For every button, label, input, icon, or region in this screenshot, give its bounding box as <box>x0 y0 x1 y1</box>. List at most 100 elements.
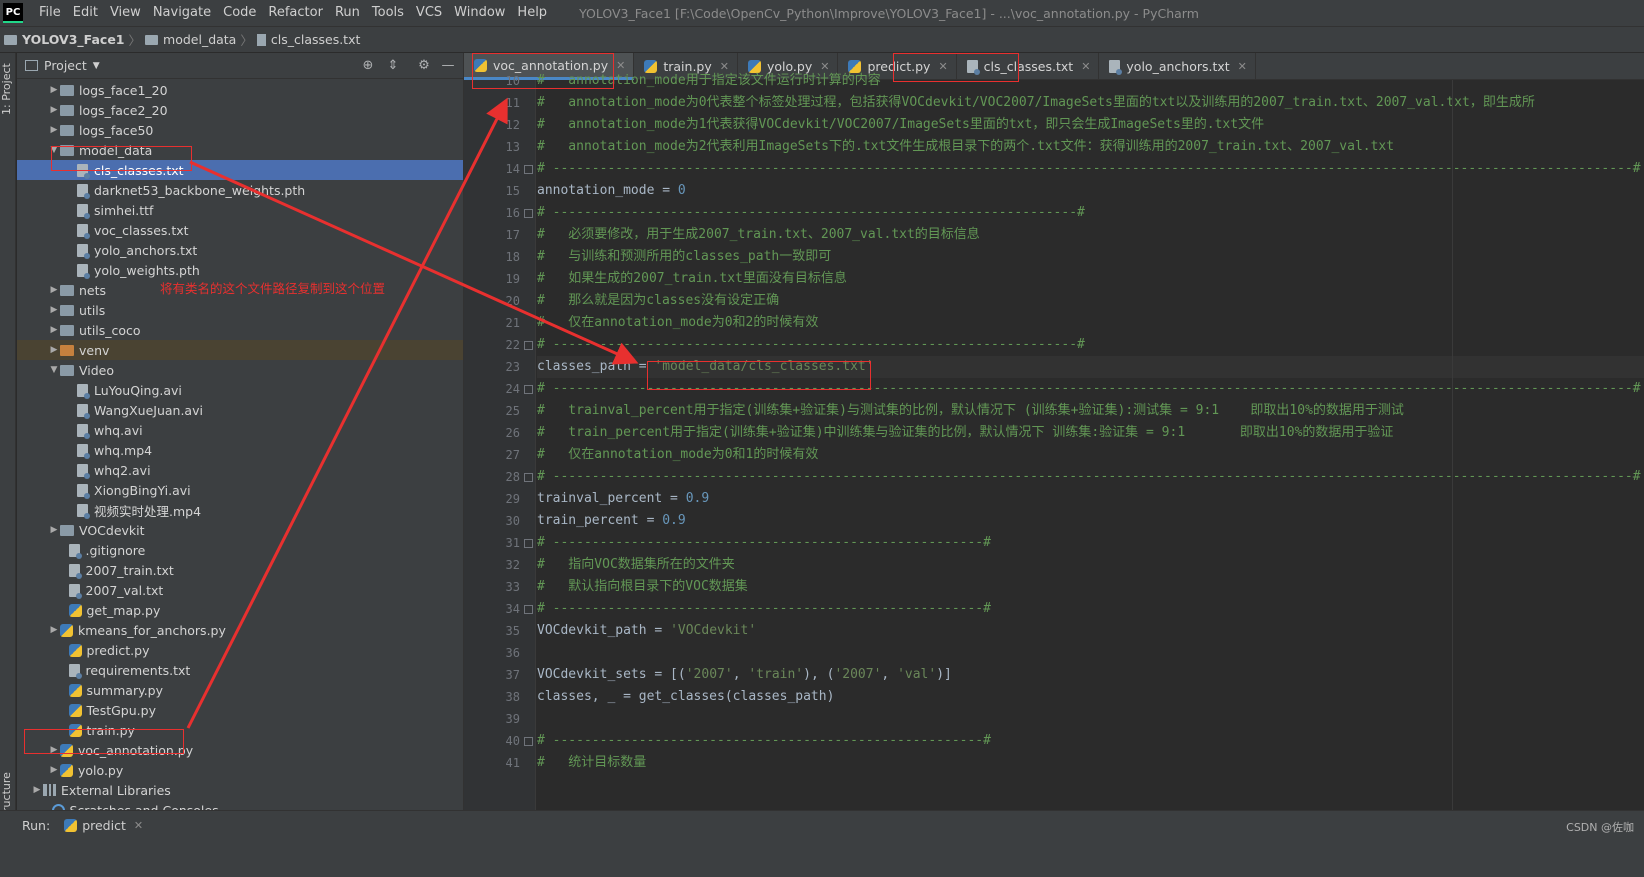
locate-icon[interactable]: ⊕ <box>359 57 377 75</box>
run-tab-predict[interactable]: predict ✕ <box>64 818 143 833</box>
tree-item[interactable]: ▶ logs_face1_20 <box>17 80 463 100</box>
fold-marker-icon[interactable] <box>524 165 533 174</box>
code-token: trainval_percent = <box>537 491 686 506</box>
collapsed-arrow-icon[interactable]: ▶ <box>48 285 60 295</box>
project-panel-header: Project ▼ ⊕ ⇕ ⚙ — <box>17 53 463 79</box>
collapsed-arrow-icon[interactable]: ▶ <box>48 325 60 335</box>
code-token: # annotation_mode为0代表整个标签处理过程，包括获得VOCdev… <box>537 95 1535 110</box>
collapse-all-icon[interactable]: ⇕ <box>384 57 402 75</box>
tree-item[interactable]: ▶ logs_face2_20 <box>17 100 463 120</box>
tool-tab-project[interactable]: 1: Project <box>0 59 16 119</box>
folder-icon <box>60 524 74 536</box>
tree-item[interactable]: summary.py <box>17 680 463 700</box>
tree-item[interactable]: ▶ yolo.py <box>17 760 463 780</box>
tree-item[interactable]: requirements.txt <box>17 660 463 680</box>
code-token: # 那么就是因为classes没有设定正确 <box>537 293 780 308</box>
tree-item[interactable]: whq.avi <box>17 420 463 440</box>
tree-item[interactable]: ▶ venv <box>17 340 463 360</box>
tree-item-label: .gitignore <box>85 542 146 558</box>
project-panel-title[interactable]: Project <box>44 58 87 73</box>
menu-item-code[interactable]: Code <box>217 0 262 26</box>
tree-item[interactable]: cls_classes.txt <box>17 160 463 180</box>
collapsed-arrow-icon[interactable]: ▶ <box>48 125 60 135</box>
collapsed-arrow-icon[interactable]: ▶ <box>48 105 60 115</box>
tree-item[interactable]: Scratches and Consoles <box>17 800 463 810</box>
breadcrumb-item-project[interactable]: YOLOV3_Face1 <box>4 32 125 47</box>
tree-item[interactable]: 视频实时处理.mp4 <box>17 500 463 520</box>
collapsed-arrow-icon[interactable]: ▶ <box>48 85 60 95</box>
tree-item[interactable]: ▼ model_data <box>17 140 463 160</box>
menu-item-help[interactable]: Help <box>511 0 553 26</box>
tree-item[interactable]: voc_classes.txt <box>17 220 463 240</box>
tree-item[interactable]: ▶ logs_face50 <box>17 120 463 140</box>
menu-item-file[interactable]: File <box>33 0 67 26</box>
excluded-folder-icon <box>60 344 74 356</box>
collapsed-arrow-icon[interactable]: ▶ <box>48 345 60 355</box>
code-token: # 必须要修改，用于生成2007_train.txt、2007_val.txt的… <box>537 227 980 242</box>
fold-marker-icon[interactable] <box>524 539 533 548</box>
tree-item[interactable]: simhei.ttf <box>17 200 463 220</box>
menu-item-tools[interactable]: Tools <box>366 0 410 26</box>
tree-item[interactable]: XiongBingYi.avi <box>17 480 463 500</box>
collapsed-arrow-icon[interactable]: ▶ <box>48 765 60 775</box>
tree-item[interactable]: ▶ kmeans_for_anchors.py <box>17 620 463 640</box>
breadcrumb-item-file[interactable]: cls_classes.txt <box>256 32 360 47</box>
fold-marker-icon[interactable] <box>524 385 533 394</box>
tree-item[interactable]: ▶ External Libraries <box>17 780 463 800</box>
python-file-icon <box>64 818 78 832</box>
collapsed-arrow-icon[interactable]: ▶ <box>48 745 60 755</box>
tree-item[interactable]: train.py <box>17 720 463 740</box>
menu-item-view[interactable]: View <box>104 0 147 26</box>
tree-item[interactable]: TestGpu.py <box>17 700 463 720</box>
fold-marker-icon[interactable] <box>524 737 533 746</box>
collapsed-arrow-icon[interactable]: ▶ <box>48 305 60 315</box>
menu-item-window[interactable]: Window <box>448 0 511 26</box>
tree-item[interactable]: whq2.avi <box>17 460 463 480</box>
collapsed-arrow-icon[interactable]: ▶ <box>31 785 43 795</box>
tree-item[interactable]: get_map.py <box>17 600 463 620</box>
expanded-arrow-icon[interactable]: ▼ <box>48 145 60 155</box>
close-icon[interactable]: ✕ <box>134 819 143 832</box>
fold-marker-icon[interactable] <box>524 209 533 218</box>
tree-item[interactable]: ▶ utils_coco <box>17 320 463 340</box>
right-margin-guide <box>1452 80 1453 810</box>
line-number: 16 <box>505 206 520 220</box>
collapsed-arrow-icon[interactable]: ▶ <box>48 625 60 635</box>
tree-item[interactable]: 2007_val.txt <box>17 580 463 600</box>
tree-item[interactable]: whq.mp4 <box>17 440 463 460</box>
line-number: 10 <box>505 74 520 88</box>
collapsed-arrow-icon[interactable]: ▶ <box>48 525 60 535</box>
code-area[interactable]: # annotation_mode用于指定该文件运行时计算的内容 # annota… <box>537 73 1644 810</box>
menu-item-edit[interactable]: Edit <box>67 0 104 26</box>
minimize-icon[interactable]: — <box>439 57 457 75</box>
tree-item[interactable]: ▶ voc_annotation.py <box>17 740 463 760</box>
tree-item-label: XiongBingYi.avi <box>94 482 191 498</box>
fold-marker-icon[interactable] <box>524 473 533 482</box>
menu-item-vcs[interactable]: VCS <box>410 0 448 26</box>
menu-item-run[interactable]: Run <box>329 0 366 26</box>
tree-item[interactable]: WangXueJuan.avi <box>17 400 463 420</box>
fold-marker-icon[interactable] <box>524 341 533 350</box>
tree-item[interactable]: darknet53_backbone_weights.pth <box>17 180 463 200</box>
breadcrumb-item-folder[interactable]: model_data <box>145 32 236 47</box>
tree-item[interactable]: ▶ VOCdevkit <box>17 520 463 540</box>
file-icon <box>77 183 90 199</box>
tree-item[interactable]: ▶ utils <box>17 300 463 320</box>
tree-item[interactable]: predict.py <box>17 640 463 660</box>
line-number: 24 <box>505 382 520 396</box>
tree-item[interactable]: yolo_anchors.txt <box>17 240 463 260</box>
tree-item[interactable]: .gitignore <box>17 540 463 560</box>
tree-item[interactable]: ▼ Video <box>17 360 463 380</box>
tree-item[interactable]: LuYouQing.avi <box>17 380 463 400</box>
line-number: 41 <box>505 756 520 770</box>
line-number: 30 <box>505 514 520 528</box>
fold-marker-icon[interactable] <box>524 605 533 614</box>
menu-item-refactor[interactable]: Refactor <box>262 0 329 26</box>
tree-item[interactable]: yolo_weights.pth <box>17 260 463 280</box>
chevron-down-icon[interactable]: ▼ <box>93 61 100 71</box>
tree-item[interactable]: 2007_train.txt <box>17 560 463 580</box>
gear-icon[interactable]: ⚙ <box>415 57 433 75</box>
menu-item-navigate[interactable]: Navigate <box>147 0 217 26</box>
expanded-arrow-icon[interactable]: ▼ <box>48 365 60 375</box>
